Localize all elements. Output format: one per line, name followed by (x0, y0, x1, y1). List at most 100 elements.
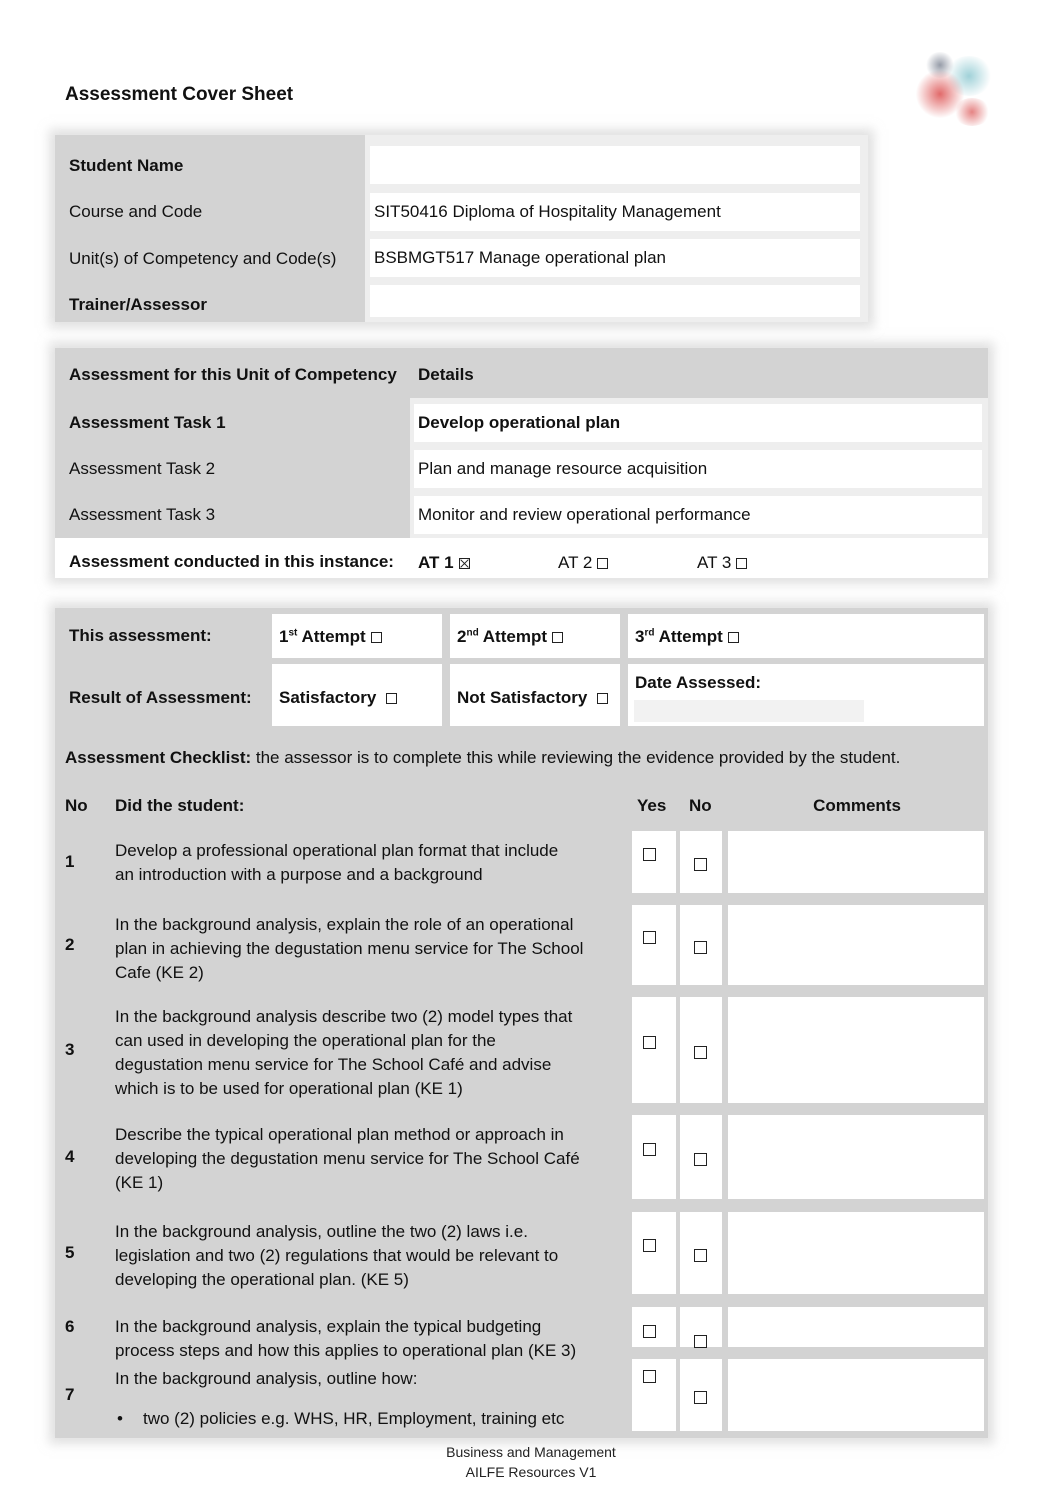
attempt-2-checkbox[interactable] (552, 632, 563, 643)
comment-field[interactable] (728, 1115, 984, 1199)
attempt-3-checkbox[interactable] (727, 632, 739, 643)
item-description: Develop a professional operational plan … (115, 839, 615, 887)
yes-checkbox[interactable] (643, 1370, 656, 1383)
student-name-label: Student Name (69, 156, 184, 175)
item-bullet: two (2) policies e.g. WHS, HR, Employmen… (117, 1407, 615, 1431)
attempt-1-checkbox[interactable] (370, 632, 382, 643)
at3-option[interactable]: AT 3 (697, 553, 748, 573)
item-bullet-list: two (2) policies e.g. WHS, HR, Employmen… (115, 1407, 615, 1431)
item-description-line: In the background analysis, outline the … (115, 1222, 528, 1241)
item-number: 7 (65, 1385, 75, 1404)
item-description-line: In the background analysis, explain the … (115, 915, 574, 934)
item-description-line: plan in achieving the degustation menu s… (115, 939, 584, 958)
at2-option[interactable]: AT 2 (558, 553, 609, 573)
comment-field[interactable] (728, 1359, 984, 1431)
yes-checkbox[interactable] (643, 1036, 656, 1049)
task-2-label: Assessment Task 2 (69, 459, 216, 478)
yes-checkbox[interactable] (643, 1239, 656, 1252)
attempt-1-suffix: st (288, 627, 298, 639)
unit-competency-value: BSBMGT517 Manage operational plan (370, 239, 860, 277)
yes-checkbox[interactable] (643, 931, 656, 944)
attempt-3-label: Attempt (658, 627, 723, 646)
yes-checkbox[interactable] (643, 848, 656, 861)
comment-field[interactable] (728, 905, 984, 985)
at1-option[interactable]: AT 1 (418, 553, 470, 573)
item-description-line: developing the operational plan. (KE 5) (115, 1270, 409, 1289)
comment-field[interactable] (728, 997, 984, 1103)
attempt-1-label: Attempt (301, 627, 366, 646)
item-number: 5 (65, 1243, 75, 1262)
item-description: In the background analysis describe two … (115, 1005, 615, 1101)
footer-line-1: Business and Management (446, 1444, 616, 1460)
col-header-yes: Yes (637, 796, 667, 815)
this-assessment-label: This assessment: (69, 626, 212, 645)
item-description: Describe the typical operational plan me… (115, 1123, 615, 1195)
at3-checkbox[interactable] (736, 558, 748, 569)
attempt-2-suffix: nd (466, 627, 479, 639)
item-description-line: developing the degustation menu service … (115, 1149, 580, 1168)
satisfactory-label: Satisfactory (279, 688, 377, 707)
item-description-line: Describe the typical operational plan me… (115, 1125, 564, 1144)
yes-checkbox[interactable] (643, 1325, 656, 1338)
attempt-3-option[interactable]: 3rd Attempt (635, 627, 739, 647)
item-description-line: Develop a professional operational plan … (115, 841, 559, 860)
conducted-label: Assessment conducted in this instance: (69, 552, 394, 571)
col-header-no-answer: No (689, 796, 712, 815)
task-3-detail: Monitor and review operational performan… (414, 496, 982, 534)
col-header-comments: Comments (813, 796, 901, 815)
satisfactory-option[interactable]: Satisfactory (279, 688, 398, 708)
at2-checkbox[interactable] (597, 558, 609, 569)
comment-field[interactable] (728, 1307, 984, 1347)
yes-checkbox[interactable] (643, 1143, 656, 1156)
not-satisfactory-checkbox[interactable] (597, 693, 609, 704)
unit-competency-label: Unit(s) of Competency and Code(s) (69, 248, 337, 268)
item-description-line: degustation menu service for The School … (115, 1055, 552, 1074)
col-header-did: Did the student: (115, 796, 245, 815)
item-description-line: In the background analysis, explain the … (115, 1317, 542, 1336)
not-satisfactory-option[interactable]: Not Satisfactory (457, 688, 609, 708)
item-number: 2 (65, 935, 75, 954)
attempt-2-label: Attempt (482, 627, 547, 646)
details-header: Details (418, 365, 474, 384)
no-checkbox[interactable] (694, 858, 707, 871)
item-description: In the background analysis, outline the … (115, 1220, 615, 1292)
page-title: Assessment Cover Sheet (65, 84, 294, 105)
attempt-2-option[interactable]: 2nd Attempt (457, 627, 563, 647)
item-description-line: Cafe (KE 2) (115, 963, 204, 982)
no-checkbox[interactable] (694, 941, 707, 954)
attempt-1-option[interactable]: 1st Attempt (279, 627, 382, 647)
no-checkbox[interactable] (694, 1046, 707, 1059)
item-description-line: which is to be used for operational plan… (115, 1079, 463, 1098)
at1-checkbox[interactable] (458, 558, 470, 569)
item-description-line: process steps and how this applies to op… (115, 1341, 577, 1360)
no-checkbox[interactable] (694, 1335, 707, 1348)
date-assessed-field[interactable] (636, 702, 862, 720)
item-description-line: an introduction with a purpose and a bac… (115, 865, 483, 884)
not-satisfactory-label: Not Satisfactory (457, 688, 588, 707)
yes-cell (632, 997, 676, 1103)
no-checkbox[interactable] (694, 1153, 707, 1166)
checklist-intro-bold: Assessment Checklist: (65, 748, 252, 767)
task-1-detail: Develop operational plan (414, 404, 982, 442)
satisfactory-checkbox[interactable] (386, 693, 398, 704)
item-number: 4 (65, 1147, 75, 1166)
no-checkbox[interactable] (694, 1249, 707, 1262)
no-checkbox[interactable] (694, 1391, 707, 1404)
comment-field[interactable] (728, 831, 984, 893)
yes-cell (632, 1115, 676, 1199)
item-description-line: (KE 1) (115, 1173, 164, 1192)
item-description: In the background analysis, explain the … (115, 913, 615, 985)
item-number: 1 (65, 852, 75, 871)
yes-cell (632, 905, 676, 985)
item-description: In the background analysis, explain the … (115, 1315, 615, 1363)
student-name-field[interactable] (370, 146, 860, 184)
item-description-line: can used in developing the operational p… (115, 1031, 496, 1050)
at2-label: AT 2 (558, 553, 593, 572)
at3-label: AT 3 (697, 553, 732, 572)
task-3-label: Assessment Task 3 (69, 505, 216, 524)
result-label: Result of Assessment: (69, 688, 252, 707)
comment-field[interactable] (728, 1212, 984, 1294)
at1-label: AT 1 (418, 553, 454, 572)
task-2-detail: Plan and manage resource acquisition (414, 450, 982, 488)
trainer-assessor-field[interactable] (370, 285, 860, 317)
